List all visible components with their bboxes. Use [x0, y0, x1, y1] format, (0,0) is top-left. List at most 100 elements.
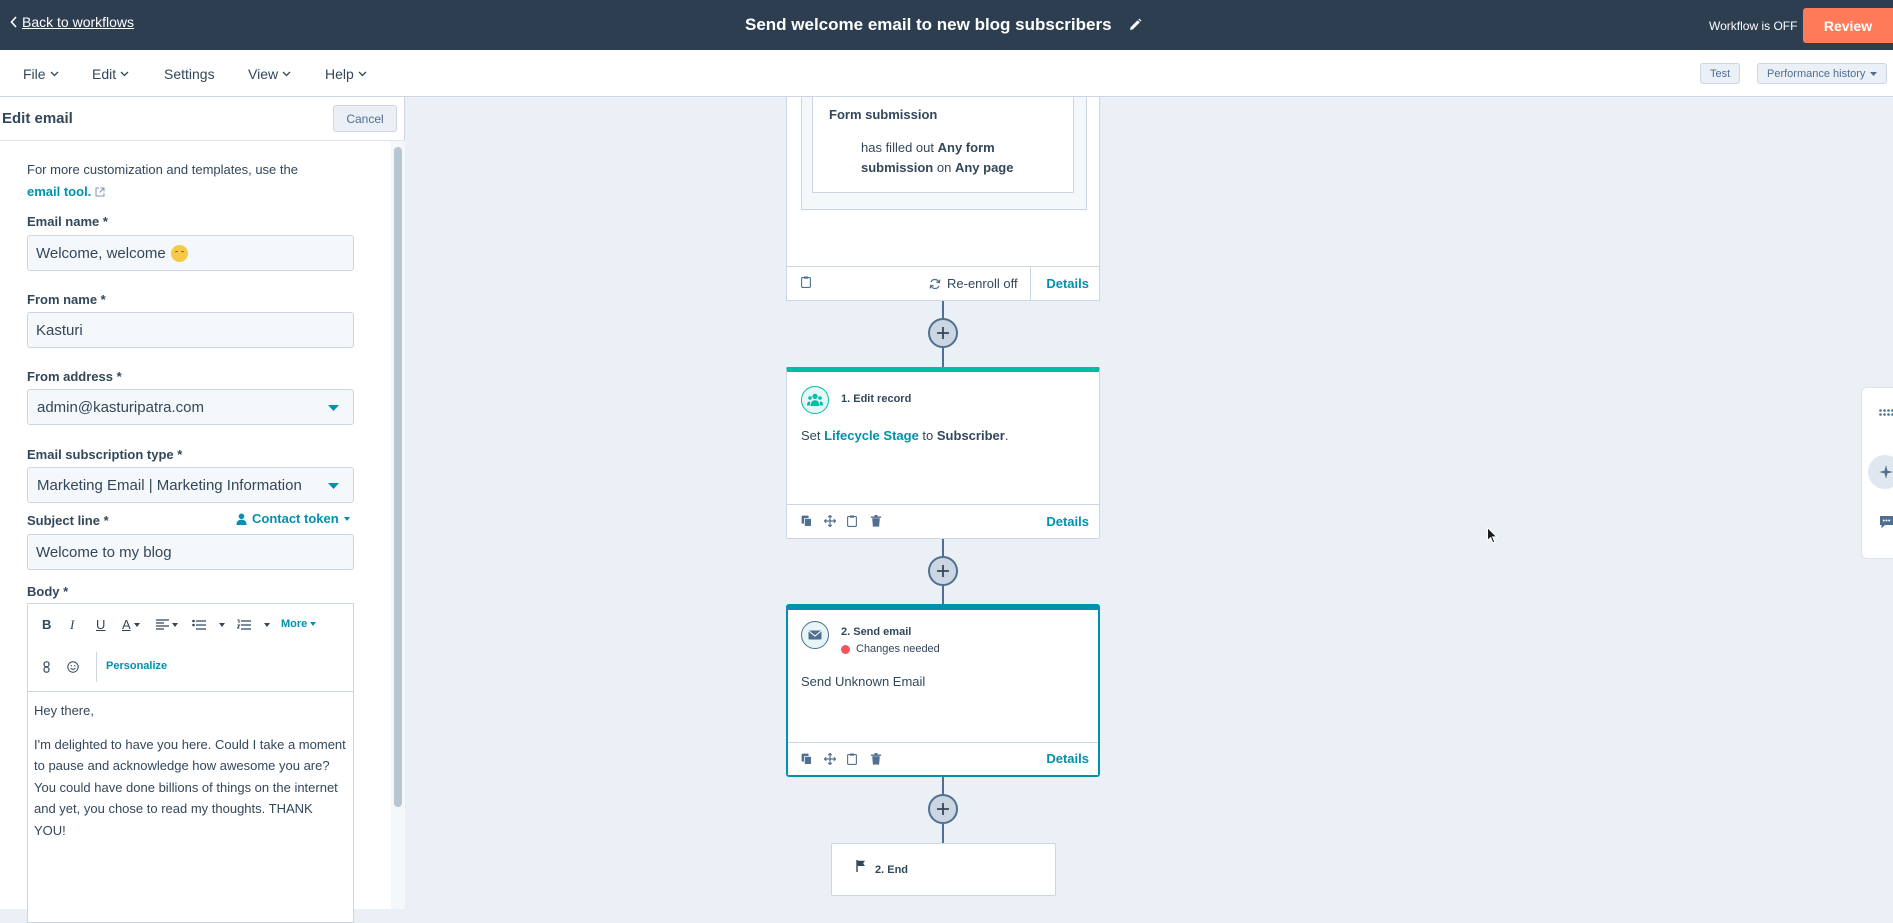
- workflow-title-text: Send welcome email to new blog subscribe…: [745, 15, 1112, 34]
- chevron-down-icon: [120, 71, 129, 77]
- back-to-workflows-link[interactable]: Back to workflows: [10, 14, 134, 30]
- add-action-button[interactable]: [928, 318, 958, 348]
- bulleted-list-button[interactable]: [192, 619, 225, 630]
- menu-help[interactable]: Help: [325, 66, 367, 82]
- bulleted-list-icon: [192, 619, 206, 630]
- menu-edit[interactable]: Edit: [92, 66, 129, 82]
- send-email-status: Changes needed: [841, 643, 940, 655]
- test-button[interactable]: Test: [1700, 63, 1741, 84]
- text-color-label: A: [122, 617, 131, 632]
- body-paragraph: Hey there,: [34, 703, 94, 718]
- test-button-label: Test: [1710, 67, 1731, 80]
- connector-line: [942, 777, 944, 794]
- edit-record-text-suffix: .: [1004, 428, 1009, 443]
- subscription-type-value: Marketing Email | Marketing Information: [37, 476, 302, 494]
- edit-record-card-footer: Details: [787, 504, 1099, 538]
- review-button[interactable]: Review: [1803, 8, 1893, 43]
- edit-record-description: Set Lifecycle Stage to Subscriber.: [801, 428, 1008, 443]
- menu-view-label: View: [248, 66, 279, 82]
- workflow-canvas[interactable]: [406, 97, 1893, 909]
- menu-view[interactable]: View: [248, 66, 291, 82]
- numbered-list-button[interactable]: [237, 619, 270, 630]
- trash-icon[interactable]: [871, 753, 881, 765]
- body-paragraph: I'm delighted to have you here. Could I …: [34, 736, 346, 838]
- clipboard-icon[interactable]: [801, 276, 811, 288]
- email-name-label: Email name *: [27, 214, 108, 229]
- trigger-filter: Form submission has filled out Any form …: [812, 97, 1074, 193]
- numbered-list-icon: [237, 619, 251, 630]
- send-email-details-link[interactable]: Details: [1046, 751, 1089, 766]
- panel-scrollbar-thumb[interactable]: [394, 147, 402, 807]
- from-name-label: From name *: [27, 292, 106, 307]
- trash-icon[interactable]: [871, 515, 881, 527]
- link-button[interactable]: [43, 661, 50, 673]
- trigger-details-link[interactable]: Details: [1046, 276, 1089, 291]
- cancel-button[interactable]: Cancel: [333, 105, 397, 132]
- move-icon[interactable]: [824, 515, 836, 527]
- copy-icon[interactable]: [801, 515, 812, 527]
- body-editor[interactable]: B I U A More Personalize Hey there, I'm …: [27, 603, 354, 923]
- italic-button[interactable]: I: [70, 617, 74, 633]
- edit-record-action-card[interactable]: 1. Edit record Set Lifecycle Stage to Su…: [786, 367, 1100, 539]
- people-icon: [807, 393, 823, 406]
- reenroll-toggle[interactable]: Re-enroll off: [929, 276, 1018, 291]
- menu-file-label: File: [23, 66, 46, 82]
- more-button[interactable]: More: [281, 618, 317, 630]
- trigger-page-value: Any page: [954, 160, 1014, 175]
- from-name-input[interactable]: Kasturi: [27, 312, 354, 348]
- ai-assistant-button[interactable]: [1868, 455, 1893, 489]
- panel-title: Edit email: [2, 110, 73, 127]
- connector-line: [942, 348, 944, 367]
- menu-settings[interactable]: Settings: [164, 66, 215, 82]
- send-email-status-label: Changes needed: [856, 643, 940, 655]
- edit-record-details-link[interactable]: Details: [1046, 514, 1089, 529]
- send-email-description: Send Unknown Email: [801, 674, 926, 689]
- clipboard-icon[interactable]: [847, 753, 857, 765]
- chat-icon[interactable]: [1879, 515, 1893, 529]
- person-icon: [236, 513, 247, 525]
- underline-button[interactable]: U: [96, 617, 105, 632]
- menu-bar: File Edit Settings View Help Test Perfor…: [0, 50, 1893, 97]
- send-email-icon-badge: [801, 621, 829, 649]
- add-action-button[interactable]: [928, 556, 958, 586]
- caret-down-icon: [264, 622, 270, 627]
- send-email-card-footer: Details: [788, 742, 1098, 775]
- send-email-action-card[interactable]: 2. Send email Changes needed Send Unknow…: [786, 604, 1100, 777]
- enrollment-trigger-card[interactable]: Form submission has filled out Any form …: [786, 97, 1100, 301]
- email-tool-link[interactable]: email tool.: [27, 184, 91, 199]
- align-button[interactable]: [156, 619, 178, 630]
- editor-content[interactable]: Hey there, I'm delighted to have you her…: [28, 692, 353, 861]
- performance-history-button[interactable]: Performance history: [1757, 63, 1888, 84]
- copy-icon[interactable]: [801, 753, 812, 765]
- bold-button[interactable]: B: [42, 617, 51, 632]
- move-icon[interactable]: [824, 753, 836, 765]
- hugging-face-emoji-icon: [170, 244, 188, 262]
- from-address-select[interactable]: admin@kasturipatra.com: [27, 389, 354, 425]
- end-card[interactable]: 2. End: [831, 843, 1056, 896]
- personalize-button[interactable]: Personalize: [106, 660, 167, 672]
- add-action-button[interactable]: [928, 794, 958, 824]
- email-name-input[interactable]: Welcome, welcome: [27, 235, 354, 271]
- text-color-button[interactable]: A: [122, 617, 140, 632]
- menu-file[interactable]: File: [23, 66, 59, 82]
- trigger-description: has filled out Any form submission on An…: [861, 138, 1061, 178]
- subscription-type-select[interactable]: Marketing Email | Marketing Information: [27, 467, 354, 503]
- envelope-icon: [808, 630, 822, 640]
- smiley-icon: [67, 661, 79, 673]
- contact-token-label: Contact token: [252, 511, 339, 526]
- menu-help-label: Help: [325, 66, 354, 82]
- contact-token-dropdown[interactable]: Contact token: [236, 511, 350, 526]
- clipboard-icon[interactable]: [847, 515, 857, 527]
- grid-dots-icon[interactable]: [1879, 409, 1893, 417]
- toolbar-divider: [96, 652, 97, 682]
- sparkle-icon: [1879, 465, 1893, 479]
- edit-record-title: 1. Edit record: [841, 393, 912, 405]
- workflow-status: Workflow is OFF: [1709, 19, 1798, 33]
- edit-record-text-prefix: Set: [801, 428, 821, 443]
- emoji-button[interactable]: [67, 661, 79, 673]
- subject-line-input[interactable]: Welcome to my blog: [27, 534, 354, 570]
- connector-line: [942, 301, 944, 318]
- trigger-title: Form submission: [829, 107, 938, 122]
- lifecycle-stage-link[interactable]: Lifecycle Stage: [824, 428, 919, 443]
- pencil-icon[interactable]: [1128, 18, 1142, 32]
